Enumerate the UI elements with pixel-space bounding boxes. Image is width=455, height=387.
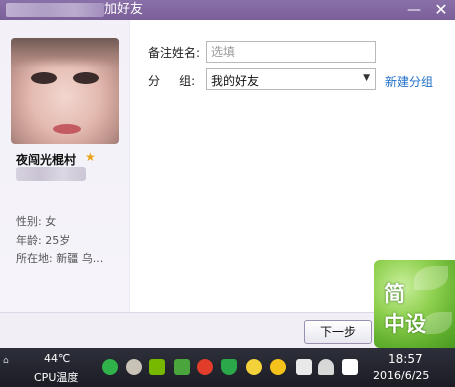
chevron-down-icon: ▼ [363,73,370,83]
group-label: 分 组: [148,74,196,88]
avatar-eye-left [31,72,57,84]
qq-icon[interactable] [246,359,262,375]
network-icon[interactable] [174,359,190,375]
window-title: 加好友 [104,2,144,17]
blurred-title-prefix [6,3,104,17]
clock-time[interactable]: 18:57 [388,352,423,366]
avatar-hair [11,38,119,68]
group-selected-value: 我的好友 [211,74,260,88]
nickname: 夜闯光棍村 [16,153,77,167]
people-icon[interactable] [126,359,142,375]
title-bar[interactable]: 加好友 — ✕ [0,0,455,20]
show-hidden-icons-icon[interactable]: ⌂ [3,356,9,366]
logo-leaf [414,266,448,290]
nvidia-icon[interactable] [149,359,165,375]
age-info: 年龄: 25岁 [16,234,71,247]
shield-icon[interactable] [221,359,237,375]
gender-info: 性别: 女 [16,215,57,228]
logo: 简 中设 [374,260,455,348]
group-select[interactable]: 我的好友 ▼ [206,68,376,90]
avatar-lips [53,124,81,134]
logo-text-line1: 简 [384,282,405,306]
music-icon[interactable] [197,359,213,375]
logo-leaf [422,312,452,334]
cpu-temperature: 44℃ [44,352,71,365]
remark-label: 备注姓名: [148,46,201,60]
next-button[interactable]: 下一步 [304,320,372,344]
action-center-icon[interactable] [318,359,334,375]
add-friend-dialog: 加好友 — ✕ 夜闯光棍村 ★ 性别: 女 年龄: 25岁 所在地: 新疆 乌.… [0,0,455,348]
wechat-icon[interactable] [102,359,118,375]
minimize-button[interactable]: — [403,0,425,20]
close-button[interactable]: ✕ [430,0,452,20]
remark-input[interactable] [206,41,376,63]
avatar [11,38,119,144]
clock-date[interactable]: 2016/6/25 [373,369,429,382]
taskbar: ⌂ 44℃ CPU温度 18:57 2016/6/25 [0,348,455,387]
battery-icon[interactable] [342,359,358,375]
plus-icon[interactable] [270,359,286,375]
location-info: 所在地: 新疆 乌... [16,252,104,265]
new-group-link[interactable]: 新建分组 [385,73,433,90]
logo-text-line2: 中设 [384,312,426,336]
volume-icon[interactable] [296,359,312,375]
blurred-account-number [16,167,86,181]
avatar-eye-right [73,72,99,84]
star-icon: ★ [85,150,96,164]
cpu-temperature-label: CPU温度 [34,371,79,384]
